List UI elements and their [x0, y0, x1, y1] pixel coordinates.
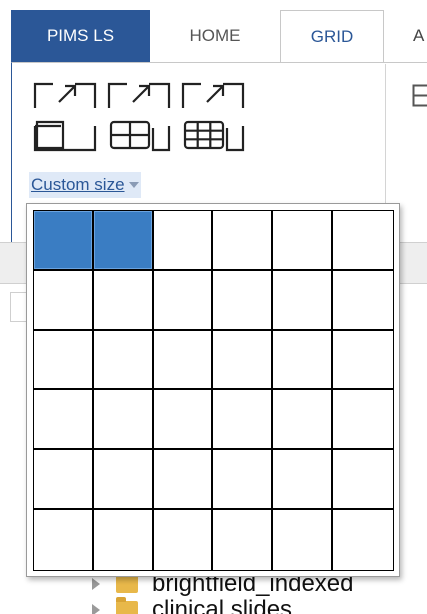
grid-cell[interactable]	[153, 510, 214, 570]
single-layout-button[interactable]	[33, 78, 105, 156]
grid-size-picker-popup	[26, 203, 400, 577]
grid-cell[interactable]	[333, 450, 393, 511]
custom-size-dropdown[interactable]: Custom size	[29, 172, 141, 198]
grid-cell[interactable]	[34, 390, 94, 451]
grid-cell[interactable]	[34, 510, 94, 570]
layout-icon[interactable]	[412, 84, 427, 108]
custom-size-label: Custom size	[31, 175, 125, 194]
grid-2x2-layout-icon	[107, 82, 171, 152]
grid-cell[interactable]	[213, 510, 274, 570]
grid-cell[interactable]	[153, 270, 214, 331]
grid-cell[interactable]	[153, 450, 214, 511]
tree-item-label: clinical slides	[152, 596, 293, 614]
grid-cell[interactable]	[333, 390, 393, 451]
grid-cell[interactable]	[273, 330, 334, 391]
grid-cell-selected[interactable]	[34, 211, 94, 271]
tree-item[interactable]: clinical slides	[92, 596, 292, 614]
grid-cell[interactable]	[273, 510, 334, 570]
tab-a[interactable]: A	[384, 10, 427, 62]
grid-cell[interactable]	[153, 330, 214, 391]
single-layout-icon	[33, 82, 97, 152]
expand-arrow-icon[interactable]	[92, 604, 100, 614]
grid-3x3-layout-icon	[181, 82, 245, 152]
grid-cell[interactable]	[273, 211, 334, 271]
grid-cell[interactable]	[213, 270, 274, 331]
tab-grid[interactable]: GRID	[280, 10, 384, 63]
ribbon-tab-strip: PIMS LS HOME GRID A	[0, 0, 427, 63]
grid-cell[interactable]	[273, 390, 334, 451]
grid-cell[interactable]	[34, 450, 94, 511]
grid-cell[interactable]	[93, 450, 154, 511]
expand-arrow-icon[interactable]	[92, 578, 100, 590]
grid-cell[interactable]	[34, 270, 94, 331]
grid-cell[interactable]	[333, 211, 393, 271]
grid-cell[interactable]	[333, 330, 393, 391]
grid-cell[interactable]	[153, 390, 214, 451]
folder-icon	[116, 597, 138, 614]
grid-cell[interactable]	[333, 270, 393, 331]
grid-cell[interactable]	[93, 510, 154, 570]
grid-cell[interactable]	[273, 450, 334, 511]
chevron-down-icon	[128, 182, 139, 188]
grid-cell[interactable]	[213, 450, 274, 511]
grid-cell[interactable]	[333, 510, 393, 570]
grid-cell[interactable]	[93, 270, 154, 331]
grid-cell[interactable]	[213, 390, 274, 451]
app-window: brightfield_indexed clinical slides PIMS…	[0, 0, 427, 614]
grid-cell[interactable]	[273, 270, 334, 331]
folder-icon	[116, 571, 138, 593]
grid-cell[interactable]	[34, 330, 94, 391]
grid-2x2-layout-button[interactable]	[107, 78, 179, 156]
grid-size-picker[interactable]	[33, 210, 394, 571]
grid-cell[interactable]	[213, 330, 274, 391]
grid-cell[interactable]	[213, 211, 274, 271]
grid-cell[interactable]	[93, 330, 154, 391]
tab-pims-ls[interactable]: PIMS LS	[11, 10, 150, 62]
grid-cell-selected[interactable]	[93, 211, 154, 271]
tab-home[interactable]: HOME	[150, 10, 280, 62]
grid-cell[interactable]	[153, 211, 214, 271]
grid-cell[interactable]	[93, 390, 154, 451]
grid-3x3-layout-button[interactable]	[181, 78, 253, 156]
